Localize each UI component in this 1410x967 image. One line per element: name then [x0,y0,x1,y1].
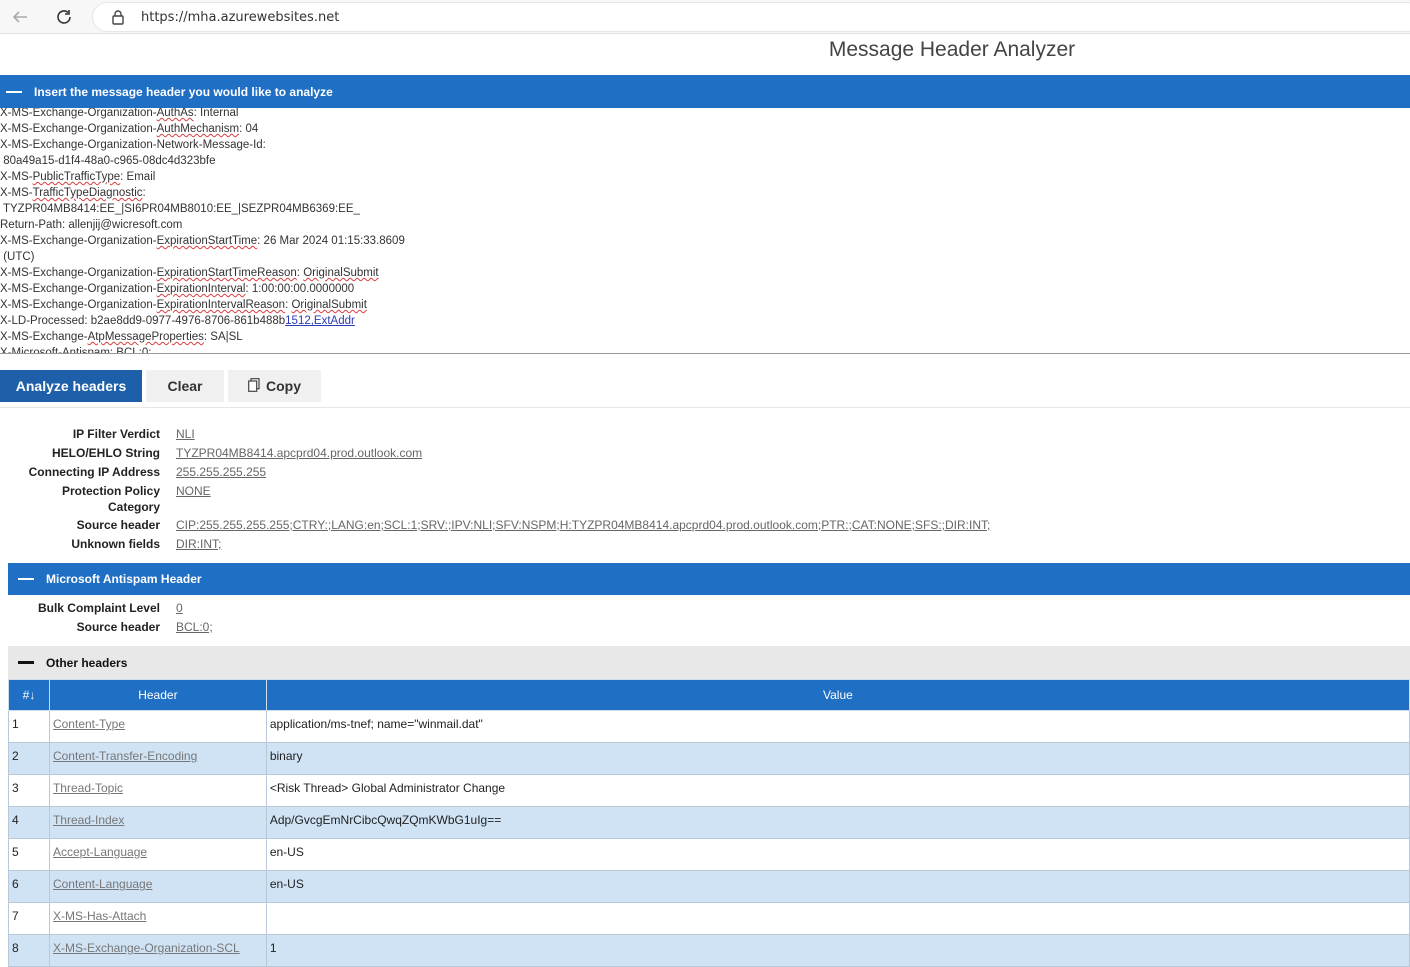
header-value: <Risk Thread> Global Administrator Chang… [265,774,1410,807]
table-header-row: #↓ Header Value [8,679,1410,711]
header-name-link[interactable]: Content-Type [48,710,267,743]
header-line: X-MS-Exchange-Organization-AuthMechanism… [0,123,259,135]
header-line: Return-Path: allenjij@wicresoft.com [0,219,183,231]
address-bar[interactable]: https://mha.azurewebsites.net [92,2,1410,32]
header-name-link[interactable]: Accept-Language [48,838,267,871]
ip-filter-verdict-link[interactable]: NLI [176,426,195,442]
collapse-icon [6,90,22,93]
url-text: https://mha.azurewebsites.net [141,10,340,25]
table-row: 7 X-MS-Has-Attach [8,902,1410,935]
header-line: X-MS-PublicTrafficType: Email [0,171,156,183]
header-line: X-MS-Exchange-Organization-ExpirationInt… [0,299,367,311]
header-name-link[interactable]: Thread-Topic [48,774,267,807]
header-line: X-LD-Processed: b2ae8dd9-0977-4976-8706-… [0,315,355,327]
table-row: 1 Content-Type application/ms-tnef; name… [8,710,1410,743]
header-line: X-MS-Exchange-Organization-ExpirationSta… [0,235,405,247]
other-headers-label: Other headers [46,655,128,670]
bulk-complaint-level-link[interactable]: 0 [176,600,183,616]
header-value: binary [265,742,1410,775]
kv-helo-string: HELO/EHLO String TYZPR04MB8414.apcprd04.… [52,445,423,461]
table-row: 2 Content-Transfer-Encoding binary [8,742,1410,775]
header-line: X-MS-Exchange-Organization-ExpirationSta… [0,267,379,279]
collapse-icon [18,578,34,580]
kv-antispam-source-header: Source header BCL:0; [76,619,213,635]
header-value: Adp/GvcgEmNrCibcQwqZQmKWbG1uIg== [265,806,1410,839]
copy-icon [248,377,260,395]
action-toolbar: Analyze headers Clear Copy [0,364,1410,408]
header-line: X-Microsoft-Antispam: BCL:0; [0,347,152,354]
header-name-link[interactable]: X-MS-Exchange-Organization-SCL [48,934,267,967]
header-line: X-MS-Exchange-Organization-AuthAs: Inter… [0,108,239,119]
table-row: 4 Thread-Index Adp/GvcgEmNrCibcQwqZQmKWb… [8,806,1410,839]
connecting-ip-link[interactable]: 255.255.255.255 [176,464,266,480]
column-header-header[interactable]: Header [48,679,267,711]
row-num: 4 [8,806,50,839]
source-header-link[interactable]: CIP:255.255.255.255;CTRY:;LANG:en;SCL:1;… [176,517,990,533]
header-name-link[interactable]: Thread-Index [48,806,267,839]
row-num: 6 [8,870,50,903]
header-line: (UTC) [0,251,35,263]
antispam-section-toggle[interactable]: Microsoft Antispam Header [8,563,1410,595]
analyze-headers-button[interactable]: Analyze headers [0,370,142,402]
row-num: 2 [8,742,50,775]
header-value: en-US [265,838,1410,871]
header-value: en-US [265,870,1410,903]
collapse-icon [18,661,34,664]
antispam-source-header-link[interactable]: BCL:0; [176,619,213,635]
header-value: application/ms-tnef; name="winmail.dat" [265,710,1410,743]
column-value-header[interactable]: Value [265,679,1410,711]
row-num: 1 [8,710,50,743]
copy-button-label: Copy [266,378,301,394]
insert-section-toggle[interactable]: Insert the message header you would like… [0,75,1410,108]
header-name-link[interactable]: Content-Transfer-Encoding [48,742,267,775]
header-line: X-MS-Exchange-Organization-Network-Messa… [0,139,266,151]
lock-icon [111,9,125,30]
column-num-header[interactable]: #↓ [8,679,50,711]
antispam-section-label: Microsoft Antispam Header [46,572,202,586]
helo-string-link[interactable]: TYZPR04MB8414.apcprd04.prod.outlook.com [176,445,422,461]
kv-connecting-ip: Connecting IP Address 255.255.255.255 [28,464,267,480]
table-row: 3 Thread-Topic <Risk Thread> Global Admi… [8,774,1410,807]
back-arrow-icon[interactable] [8,5,32,29]
table-row: 8 X-MS-Exchange-Organization-SCL 1 [8,934,1410,967]
header-name-link[interactable]: Content-Language [48,870,267,903]
header-line: X-MS-Exchange-AtpMessageProperties: SA|S… [0,331,243,343]
header-line: 80a49a15-d1f4-48a0-c965-08dc4d323bfe [0,155,216,167]
kv-bulk-complaint-level: Bulk Complaint Level 0 [37,600,183,616]
header-line: X-MS-TrafficTypeDiagnostic: [0,187,146,199]
header-value: 1 [265,934,1410,967]
header-line: TYZPR04MB8414:EE_|SI6PR04MB8010:EE_|SEZP… [0,203,360,215]
other-headers-section-toggle[interactable]: Other headers [8,646,1410,679]
protection-policy-link[interactable]: NONE [176,483,211,499]
table-row: 5 Accept-Language en-US [8,838,1410,871]
other-headers-table: #↓ Header Value 1 Content-Type applicati… [8,679,1410,967]
kv-unknown-fields: Unknown fields DIR:INT; [71,536,222,552]
header-line: X-MS-Exchange-Organization-ExpirationInt… [0,283,355,295]
row-num: 3 [8,774,50,807]
kv-source-header: Source header CIP:255.255.255.255;CTRY:;… [76,517,991,533]
header-textarea[interactable]: X-MS-Exchange-Organization-AuthAs: Inter… [0,108,1410,354]
header-value [265,902,1410,935]
copy-button[interactable]: Copy [228,370,321,402]
kv-protection-policy: Protection Policy Category NONE [61,483,211,514]
unknown-fields-link[interactable]: DIR:INT; [176,536,221,552]
browser-toolbar: https://mha.azurewebsites.net [0,0,1410,34]
header-name-link[interactable]: X-MS-Has-Attach [48,902,267,935]
reload-icon[interactable] [52,5,76,29]
row-num: 7 [8,902,50,935]
row-num: 5 [8,838,50,871]
row-num: 8 [8,934,50,967]
kv-ip-filter-verdict: IP Filter Verdict NLI [72,426,195,442]
table-row: 6 Content-Language en-US [8,870,1410,903]
page-title: Message Header Analyzer [828,38,1076,61]
insert-section-label: Insert the message header you would like… [34,84,333,99]
clear-button[interactable]: Clear [146,370,224,402]
